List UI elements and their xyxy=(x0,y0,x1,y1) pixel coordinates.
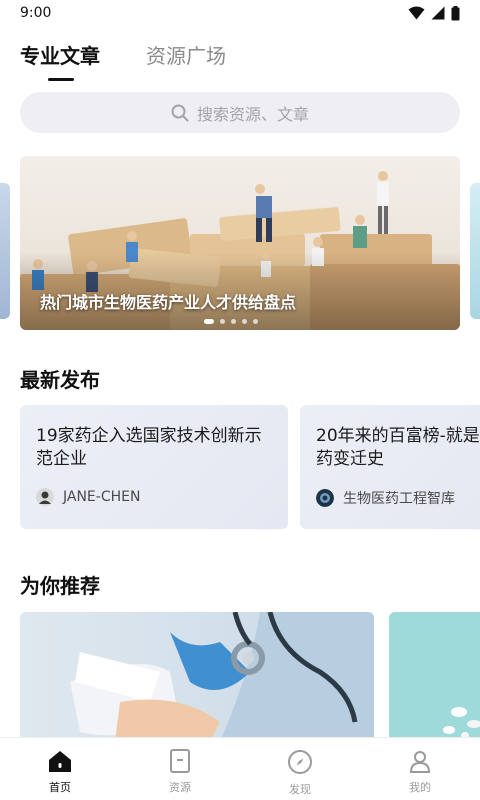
author-avatar xyxy=(36,488,54,506)
nav-resources[interactable]: 资源 xyxy=(120,738,240,800)
article-title: 19家药企入选国家技术创新示范企业 xyxy=(36,426,262,469)
recommend-card[interactable] xyxy=(20,612,374,742)
wifi-icon xyxy=(408,6,425,20)
nav-profile[interactable]: 我的 xyxy=(360,738,480,800)
carousel-dot-active xyxy=(204,319,214,324)
carousel-dot xyxy=(242,319,247,324)
nav-label: 我的 xyxy=(409,781,431,794)
banner-prev-peek[interactable] xyxy=(0,183,10,319)
article-author: 生物医药工程智库 xyxy=(316,488,455,508)
compass-icon xyxy=(288,750,312,774)
bottom-nav: 首页 资源 发现 我的 xyxy=(0,737,480,800)
nav-label: 首页 xyxy=(49,781,71,794)
author-name: 生物医药工程智库 xyxy=(343,491,455,507)
recommend-image xyxy=(20,612,374,742)
recommend-section-title: 为你推荐 xyxy=(20,574,100,598)
carousel-dot xyxy=(231,319,236,324)
article-author: JANE-CHEN xyxy=(36,488,140,506)
signal-icon xyxy=(431,6,445,20)
author-name: JANE-CHEN xyxy=(63,489,141,505)
status-bar: 9:00 xyxy=(0,0,480,26)
search-placeholder: 搜索资源、文章 xyxy=(196,104,309,124)
top-tabs: 专业文章 资源广场 xyxy=(20,40,226,81)
document-icon xyxy=(170,749,190,773)
latest-article-card[interactable]: 20年来的百富榜-就是中国医药变迁史 生物医药工程智库 xyxy=(300,405,480,529)
battery-icon xyxy=(451,5,460,20)
carousel-dots xyxy=(204,319,258,324)
nav-label: 发现 xyxy=(289,783,311,796)
status-icons xyxy=(408,5,460,21)
latest-article-card[interactable]: 19家药企入选国家技术创新示范企业 JANE-CHEN xyxy=(20,405,288,529)
article-title: 20年来的百富榜-就是中国医药变迁史 xyxy=(316,426,480,469)
author-avatar xyxy=(316,489,334,507)
status-time: 9:00 xyxy=(20,5,52,21)
search-input[interactable]: 搜索资源、文章 xyxy=(20,92,460,133)
nav-home[interactable]: 首页 xyxy=(0,738,120,800)
home-icon xyxy=(49,751,71,772)
recommend-card[interactable] xyxy=(389,612,480,742)
recommend-image xyxy=(389,612,480,742)
banner-next-peek[interactable] xyxy=(470,183,480,319)
banner-carousel[interactable]: 热门城市生物医药产业人才供给盘点 xyxy=(20,156,460,330)
search-icon xyxy=(171,104,189,121)
carousel-dot xyxy=(253,319,258,324)
nav-label: 资源 xyxy=(169,781,191,794)
latest-section-title: 最新发布 xyxy=(20,368,100,392)
banner-caption: 热门城市生物医药产业人才供给盘点 xyxy=(40,293,297,312)
tab-resources[interactable]: 资源广场 xyxy=(146,40,226,81)
tab-articles[interactable]: 专业文章 xyxy=(20,40,100,81)
nav-discover[interactable]: 发现 xyxy=(240,738,360,800)
carousel-dot xyxy=(220,319,225,324)
user-icon xyxy=(409,751,431,773)
